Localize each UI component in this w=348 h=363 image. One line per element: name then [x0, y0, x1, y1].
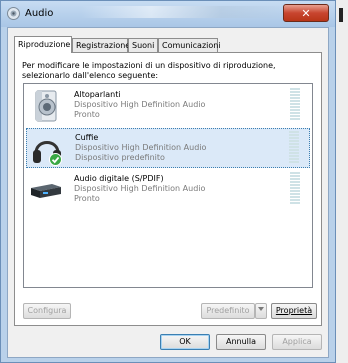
desktop-fragment: [339, 8, 343, 22]
speaker-icon: [30, 90, 62, 122]
tab-label: Riproduzione: [18, 40, 71, 49]
tab-label: Registrazione: [76, 41, 131, 50]
device-name: Audio digitale (S/PDIF): [74, 174, 164, 183]
device-item-altoparlanti[interactable]: Altoparlanti Dispositivo High Definition…: [26, 86, 310, 126]
close-button[interactable]: ✕: [283, 4, 329, 22]
apply-label: Applica: [282, 337, 312, 346]
device-name: Altoparlanti: [74, 90, 121, 99]
volume-meter: [289, 131, 299, 165]
playback-panel: Per modificare le impostazioni di un dis…: [14, 52, 322, 326]
device-status: Dispositivo predefinito: [75, 153, 165, 162]
instructions-text: Per modificare le impostazioni di un dis…: [22, 61, 276, 80]
ok-label: OK: [179, 337, 191, 346]
device-item-audio-digitale[interactable]: Audio digitale (S/PDIF) Dispositivo High…: [26, 170, 310, 210]
tab-label: Suoni: [132, 41, 155, 50]
digital-audio-device-icon: [30, 174, 62, 206]
cancel-button[interactable]: Annulla: [216, 334, 266, 350]
device-description: Dispositivo High Definition Audio: [74, 184, 206, 193]
set-default-label: Predefinito: [206, 306, 250, 315]
device-status: Pronto: [74, 194, 100, 203]
dialog-client-area: Riproduzione Registrazione Suoni Comunic…: [7, 27, 329, 358]
properties-button[interactable]: Proprietà: [271, 303, 317, 319]
tab-comunicazioni[interactable]: Comunicazioni: [158, 38, 221, 52]
apply-button[interactable]: Applica: [272, 334, 322, 350]
volume-meter: [290, 172, 300, 206]
title-bar-blur: [81, 6, 291, 18]
desktop-background: [336, 0, 348, 363]
configure-label: Configura: [27, 306, 67, 315]
tab-suoni[interactable]: Suoni: [128, 38, 158, 52]
device-description: Dispositivo High Definition Audio: [74, 100, 206, 109]
speaker-app-icon: [7, 7, 20, 20]
set-default-button[interactable]: Predefinito: [201, 303, 255, 319]
device-list[interactable]: Altoparlanti Dispositivo High Definition…: [23, 83, 313, 288]
properties-label: Proprietà: [275, 306, 313, 315]
audio-dialog: Audio ✕ Riproduzione Registrazione Suoni…: [0, 0, 336, 363]
close-icon: ✕: [301, 6, 311, 20]
volume-meter: [290, 88, 300, 122]
set-default-dropdown-button[interactable]: [255, 303, 267, 319]
cancel-label: Annulla: [225, 337, 257, 346]
ok-button[interactable]: OK: [160, 334, 210, 350]
tab-registrazione[interactable]: Registrazione: [72, 38, 131, 52]
device-item-cuffie[interactable]: Cuffie Dispositivo High Definition Audio…: [26, 128, 310, 168]
chevron-down-icon: [257, 306, 265, 315]
device-name: Cuffie: [75, 133, 99, 142]
tab-riproduzione[interactable]: Riproduzione: [14, 36, 72, 53]
device-description: Dispositivo High Definition Audio: [75, 143, 207, 152]
window-title: Audio: [25, 8, 54, 19]
device-status: Pronto: [74, 110, 100, 119]
configure-button[interactable]: Configura: [23, 303, 71, 319]
title-bar[interactable]: Audio ✕: [1, 1, 335, 27]
tab-label: Comunicazioni: [162, 41, 221, 50]
default-device-check-icon: [49, 153, 62, 166]
